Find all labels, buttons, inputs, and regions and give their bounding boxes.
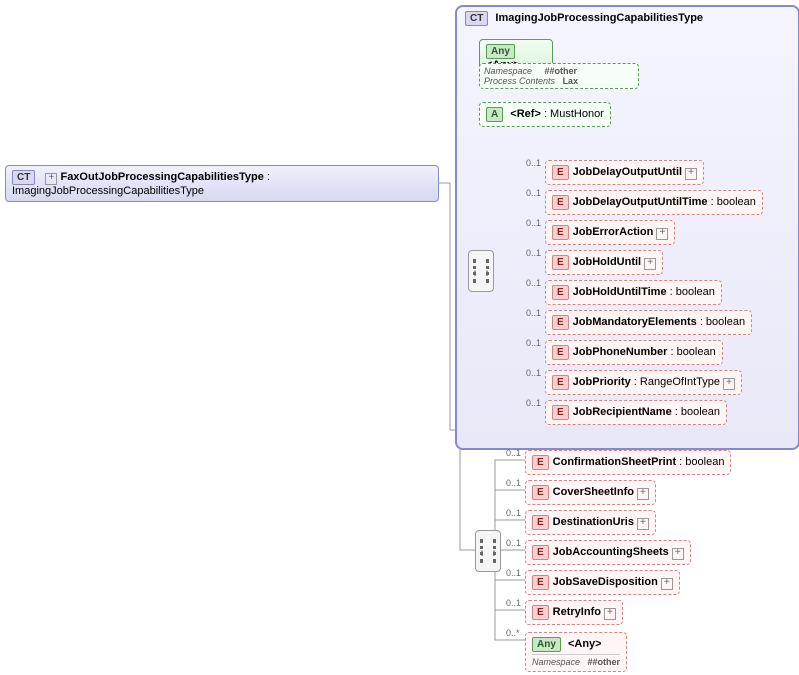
root-complex-type: CT + FaxOutJobProcessingCapabilitiesType… (5, 165, 439, 202)
element-name: JobHoldUntilTime (573, 286, 667, 298)
expand-icon[interactable]: + (45, 173, 57, 185)
expand-icon[interactable]: + (604, 608, 616, 620)
element-name: ConfirmationSheetPrint (553, 456, 676, 468)
element-type: : boolean (708, 196, 756, 208)
element-node: E JobDelayOutputUntilTime : boolean (545, 190, 763, 215)
element-name: JobSaveDisposition (553, 576, 658, 588)
element-type: : boolean (676, 456, 724, 468)
any-label: <Any> (568, 638, 602, 650)
element-node: E CoverSheetInfo+ (525, 480, 656, 505)
expand-icon[interactable]: + (656, 228, 668, 240)
cardinality-label: 0..1 (526, 158, 541, 168)
element-type: : RangeOfIntType (631, 376, 720, 388)
element-name: JobPhoneNumber (573, 346, 668, 358)
element-node: E JobPhoneNumber : boolean (545, 340, 723, 365)
element-type: : boolean (672, 406, 720, 418)
cardinality-label: 0..1 (526, 218, 541, 228)
expand-icon[interactable]: + (685, 168, 697, 180)
element-badge-icon: E (532, 515, 549, 530)
element-node: E JobHoldUntilTime : boolean (545, 280, 722, 305)
element-name: JobAccountingSheets (553, 546, 669, 558)
element-badge-icon: E (532, 545, 549, 560)
element-badge-icon: E (552, 405, 569, 420)
ct-badge-icon: CT (12, 170, 35, 185)
cardinality-label: 0..1 (506, 478, 521, 488)
element-badge-icon: E (552, 315, 569, 330)
element-node: E JobMandatoryElements : boolean (545, 310, 752, 335)
element-name: JobDelayOutputUntilTime (573, 196, 708, 208)
element-node: E JobRecipientName : boolean (545, 400, 727, 425)
cardinality-label: 0..1 (526, 278, 541, 288)
ref-label: <Ref> (510, 108, 541, 120)
element-node: E DestinationUris+ (525, 510, 656, 535)
ct-badge-icon: CT (465, 11, 488, 26)
any-details: Namespace ##other Process Contents Lax (479, 63, 639, 89)
cardinality-label: 0..1 (506, 568, 521, 578)
element-badge-icon: E (552, 345, 569, 360)
element-type: : boolean (667, 346, 715, 358)
element-name: CoverSheetInfo (553, 486, 634, 498)
element-badge-icon: E (552, 165, 569, 180)
expand-icon[interactable]: + (723, 378, 735, 390)
root-type-name: FaxOutJobProcessingCapabilitiesType (60, 171, 263, 183)
element-badge-icon: E (532, 605, 549, 620)
element-node: E JobSaveDisposition+ (525, 570, 680, 595)
cardinality-label: 0..1 (506, 598, 521, 608)
parent-type-name: ImagingJobProcessingCapabilitiesType (495, 12, 703, 24)
ref-type: : MustHonor (544, 108, 604, 120)
element-name: JobMandatoryElements (573, 316, 697, 328)
expand-icon[interactable]: + (661, 578, 673, 590)
element-badge-icon: E (552, 375, 569, 390)
any-badge-icon: Any (486, 44, 515, 59)
attribute-badge-icon: A (486, 107, 503, 122)
element-node: E JobErrorAction+ (545, 220, 675, 245)
any-badge-icon: Any (532, 637, 561, 652)
element-badge-icon: E (552, 255, 569, 270)
element-name: JobErrorAction (573, 226, 654, 238)
element-node: E JobDelayOutputUntil+ (545, 160, 704, 185)
element-name: DestinationUris (553, 516, 634, 528)
cardinality-label: 0..1 (526, 398, 541, 408)
expand-icon[interactable]: + (644, 258, 656, 270)
cardinality-label: 0..1 (526, 248, 541, 258)
cardinality-label: 0..* (506, 628, 520, 638)
any-wildcard-bottom: Any <Any> Namespace ##other (525, 632, 627, 672)
element-node: E JobPriority : RangeOfIntType+ (545, 370, 742, 395)
element-node: E JobHoldUntil+ (545, 250, 663, 275)
sequence-icon: ⋮⋮ (468, 250, 494, 292)
element-name: JobPriority (573, 376, 631, 388)
element-name: RetryInfo (553, 606, 601, 618)
cardinality-label: 0..1 (526, 308, 541, 318)
element-name: JobRecipientName (573, 406, 672, 418)
element-node: E JobAccountingSheets+ (525, 540, 691, 565)
sequence-icon: ⋮⋮ (475, 530, 501, 572)
element-type: : boolean (697, 316, 745, 328)
element-name: JobHoldUntil (573, 256, 641, 268)
ref-attribute: A <Ref> : MustHonor (479, 102, 611, 127)
element-node: E ConfirmationSheetPrint : boolean (525, 450, 731, 475)
element-node: E RetryInfo+ (525, 600, 623, 625)
expand-icon[interactable]: + (637, 518, 649, 530)
cardinality-label: 0..1 (526, 188, 541, 198)
element-badge-icon: E (532, 455, 549, 470)
element-badge-icon: E (552, 195, 569, 210)
element-type: : boolean (667, 286, 715, 298)
cardinality-label: 0..1 (526, 338, 541, 348)
cardinality-label: 0..1 (506, 538, 521, 548)
cardinality-label: 0..1 (526, 368, 541, 378)
cardinality-label: 0..1 (506, 448, 521, 458)
expand-icon[interactable]: + (637, 488, 649, 500)
expand-icon[interactable]: + (672, 548, 684, 560)
element-badge-icon: E (552, 285, 569, 300)
element-badge-icon: E (532, 575, 549, 590)
element-badge-icon: E (552, 225, 569, 240)
element-badge-icon: E (532, 485, 549, 500)
cardinality-label: 0..1 (506, 508, 521, 518)
element-name: JobDelayOutputUntil (573, 166, 682, 178)
